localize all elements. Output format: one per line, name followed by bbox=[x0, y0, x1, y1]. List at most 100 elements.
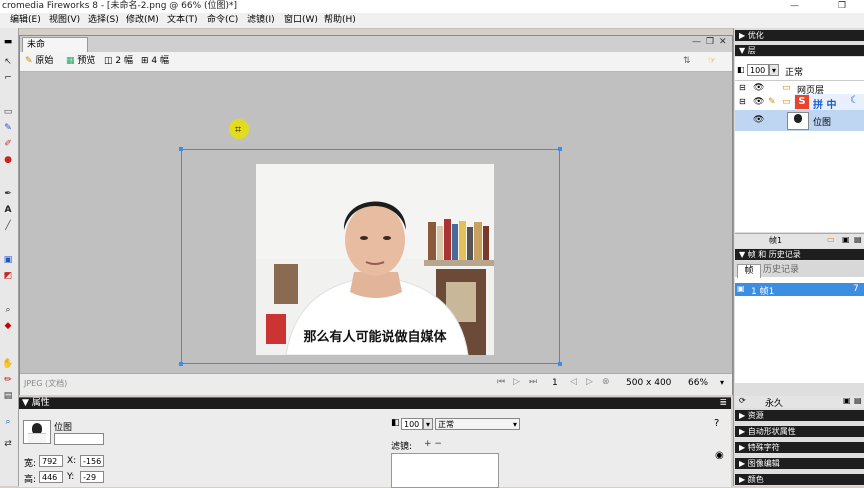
width-field[interactable]: 792 bbox=[39, 455, 63, 467]
menu-view[interactable]: 视图(V) bbox=[49, 13, 80, 28]
four-up-button[interactable]: ⊞ 4 幅 bbox=[141, 55, 169, 68]
first-frame-icon[interactable]: ⏮ bbox=[497, 377, 505, 387]
delete-frame-icon[interactable]: ▤ bbox=[854, 396, 862, 405]
layers-panel-header[interactable]: ▼ 层 bbox=[735, 45, 864, 56]
menu-commands[interactable]: 命令(C) bbox=[207, 13, 238, 28]
prev-frame-icon[interactable]: ◁ bbox=[570, 377, 577, 387]
fill-color-icon[interactable]: ▤ bbox=[1, 390, 15, 402]
slice-tool-icon[interactable]: ◩ bbox=[1, 270, 15, 282]
menu-modify[interactable]: 修改(M) bbox=[126, 13, 159, 28]
colors-panel-header[interactable]: ▶ 颜色 bbox=[735, 474, 864, 485]
minimize-button[interactable]: — bbox=[790, 0, 799, 12]
new-layer-icon[interactable]: ▣ bbox=[842, 235, 850, 244]
handle-top-right[interactable] bbox=[558, 147, 562, 151]
menu-help[interactable]: 帮助(H) bbox=[324, 13, 356, 28]
expand-icon[interactable]: ◉ bbox=[715, 450, 724, 461]
menu-filters[interactable]: 滤镜(I) bbox=[247, 13, 275, 28]
height-field[interactable]: 446 bbox=[39, 471, 63, 483]
restore-button[interactable]: ❐ bbox=[838, 0, 846, 12]
swap-colors-icon[interactable]: ⇄ bbox=[1, 438, 15, 450]
special-chars-panel-header[interactable]: ▶ 特殊字符 bbox=[735, 442, 864, 453]
filters-list[interactable] bbox=[391, 453, 499, 488]
document-window: 未命名-2.png* — ❐ ✕ ✎ 原始 ▦ 预览 ◫ 2 幅 ⊞ 4 幅 ⇅… bbox=[19, 35, 733, 395]
document-tab[interactable]: 未命名-2.png* bbox=[22, 37, 88, 64]
handle-bottom-right[interactable] bbox=[558, 362, 562, 366]
preview-button[interactable]: ▦ 预览 bbox=[66, 55, 95, 68]
object-name-field[interactable] bbox=[54, 433, 104, 445]
menu-select[interactable]: 选择(S) bbox=[88, 13, 119, 28]
hotspot-tool-icon[interactable]: ▣ bbox=[1, 254, 15, 266]
zoom-tool-icon[interactable]: ⌕ bbox=[1, 416, 15, 428]
crop-tool-icon[interactable]: ⌐ bbox=[1, 72, 15, 84]
layer-blend-mode[interactable]: 正常 bbox=[785, 65, 803, 78]
eye-icon[interactable]: 👁 bbox=[753, 83, 764, 93]
original-view-button[interactable]: ✎ 原始 bbox=[25, 55, 53, 68]
play-icon[interactable]: ▷ bbox=[513, 377, 520, 387]
tab-frames[interactable]: 帧 bbox=[737, 264, 761, 278]
y-field[interactable]: -29 bbox=[80, 471, 104, 483]
next-frame-icon[interactable]: ▷ bbox=[586, 377, 593, 387]
blur-tool-icon[interactable]: ● bbox=[1, 154, 15, 166]
delete-layer-icon[interactable]: ▤ bbox=[854, 235, 862, 244]
text-tool-icon[interactable]: A bbox=[1, 204, 15, 216]
doc-restore-icon[interactable]: ❐ bbox=[706, 37, 714, 47]
assets-panel-header[interactable]: ▶ 资源 bbox=[735, 410, 864, 421]
pen-tool-icon[interactable]: ✒ bbox=[1, 188, 15, 200]
eye-icon-2[interactable]: 👁 bbox=[753, 97, 764, 107]
marquee-tool-icon[interactable]: ▭ bbox=[1, 106, 15, 118]
handle-top-left[interactable] bbox=[179, 147, 183, 151]
loop-frames-icon[interactable]: ⟳ bbox=[739, 396, 746, 405]
opacity-field[interactable]: 100 bbox=[401, 418, 423, 430]
expand-layer-icon[interactable]: ⊟ bbox=[739, 97, 746, 106]
loop-forever-label[interactable]: 永久 bbox=[765, 396, 783, 409]
two-up-button[interactable]: ◫ 2 幅 bbox=[104, 55, 133, 68]
zoom-dropdown-icon[interactable]: ▾ bbox=[720, 378, 724, 387]
blend-mode-select[interactable]: 正常 ▾ bbox=[435, 418, 520, 430]
brush-tool-icon[interactable]: ✎ bbox=[1, 122, 15, 134]
paint-bucket-tool-icon[interactable]: ◆ bbox=[1, 320, 15, 332]
new-folder-icon[interactable]: ▭ bbox=[827, 235, 835, 244]
bitmap-layer-row[interactable]: 👁 位图 bbox=[735, 110, 864, 131]
edit-pencil-icon: ✎ bbox=[768, 97, 776, 107]
handle-bottom-left[interactable] bbox=[179, 362, 183, 366]
four-up-label: 4 幅 bbox=[151, 56, 170, 66]
panel-menu-icon[interactable]: ≣ bbox=[719, 398, 727, 409]
layer-opacity-field[interactable]: 100 bbox=[747, 64, 769, 76]
hand-tool-icon[interactable]: ✋ bbox=[1, 358, 15, 370]
doc-close-icon[interactable]: ✕ bbox=[719, 37, 727, 47]
add-frame-icon[interactable]: ▣ bbox=[843, 396, 851, 405]
loop-icon[interactable]: ⊗ bbox=[602, 377, 610, 387]
canvas-size[interactable]: 500 x 400 bbox=[626, 378, 671, 388]
moon-icon[interactable]: ☾ bbox=[850, 95, 859, 106]
doc-minimize-icon[interactable]: — bbox=[692, 37, 701, 47]
folder-icon: ▭ bbox=[782, 83, 791, 93]
ime-mode-text[interactable]: 拼 中 bbox=[813, 96, 836, 111]
auto-shape-panel-header[interactable]: ▶ 自动形状属性 bbox=[735, 426, 864, 437]
last-frame-icon[interactable]: ⏭ bbox=[529, 377, 537, 387]
canvas-area[interactable]: ⌗ 那么有人可能说做自媒体 bbox=[20, 72, 732, 373]
hand-pointer-icon[interactable]: ☞ bbox=[708, 55, 716, 68]
expand-web-layer-icon[interactable]: ⊟ bbox=[739, 83, 746, 92]
menu-text[interactable]: 文本(T) bbox=[167, 13, 198, 28]
line-tool-icon[interactable]: ╱ bbox=[1, 220, 15, 232]
help-icon[interactable]: ? bbox=[714, 418, 719, 429]
eye-icon-3[interactable]: 👁 bbox=[753, 115, 764, 125]
filters-add-remove[interactable]: + − bbox=[424, 439, 442, 449]
stroke-color-icon[interactable]: ✏ bbox=[1, 374, 15, 386]
eraser-tool-icon[interactable]: ✐ bbox=[1, 138, 15, 150]
menu-edit[interactable]: 编辑(E) bbox=[10, 13, 41, 28]
tab-history[interactable]: 历史记录 bbox=[763, 264, 803, 277]
properties-header[interactable]: ▼ 属性 ≣ bbox=[19, 398, 731, 409]
image-edit-panel-header[interactable]: ▶ 图像编辑 bbox=[735, 458, 864, 469]
eyedropper-tool-icon[interactable]: ⌕ bbox=[1, 304, 15, 316]
frame-row[interactable]: ▣ 1 帧1 7 bbox=[735, 283, 864, 297]
optimize-panel-header[interactable]: ▶ 优化 bbox=[735, 30, 864, 41]
opacity-dropdown-icon[interactable]: ▾ bbox=[423, 418, 433, 430]
select-tool-icon[interactable]: ↖ bbox=[1, 56, 15, 68]
layer-opacity-dropdown-icon[interactable]: ▾ bbox=[769, 64, 779, 76]
quick-export-icon[interactable]: ⇅ bbox=[683, 55, 691, 68]
frames-history-header[interactable]: ▼ 帧 和 历史记录 bbox=[735, 249, 864, 260]
menu-window[interactable]: 窗口(W) bbox=[284, 13, 318, 28]
x-field[interactable]: -156 bbox=[80, 455, 104, 467]
zoom-level[interactable]: 66% bbox=[688, 378, 708, 388]
